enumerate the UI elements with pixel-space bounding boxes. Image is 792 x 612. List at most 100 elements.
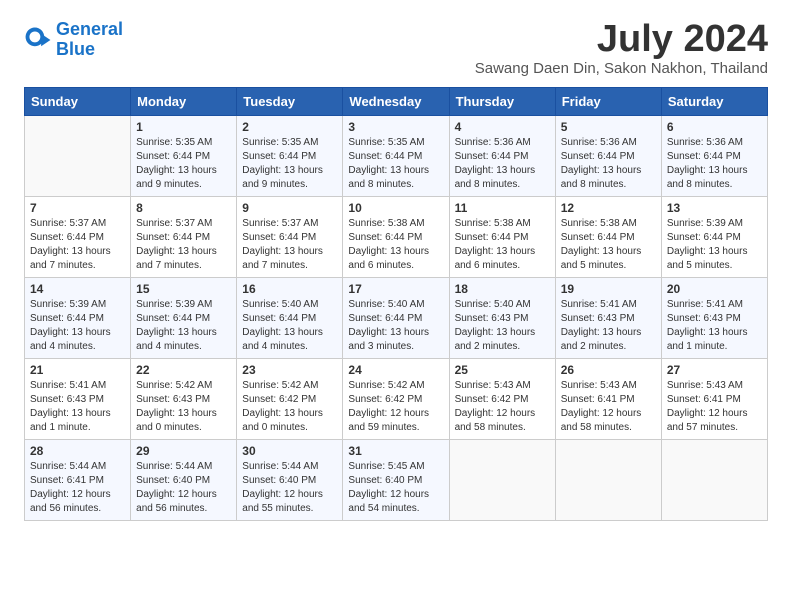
calendar-week-row: 28 Sunrise: 5:44 AMSunset: 6:41 PMDayligh… bbox=[25, 440, 768, 521]
day-number: 17 bbox=[348, 282, 443, 296]
calendar-week-row: 1 Sunrise: 5:35 AMSunset: 6:44 PMDaylight… bbox=[25, 116, 768, 197]
calendar-day-cell: 4 Sunrise: 5:36 AMSunset: 6:44 PMDaylight… bbox=[449, 116, 555, 197]
day-number: 2 bbox=[242, 120, 337, 134]
day-number: 24 bbox=[348, 363, 443, 377]
title-block: July 2024 Sawang Daen Din, Sakon Nakhon,… bbox=[475, 20, 768, 77]
day-number: 8 bbox=[136, 201, 231, 215]
day-number: 5 bbox=[561, 120, 656, 134]
calendar-day-cell: 28 Sunrise: 5:44 AMSunset: 6:41 PMDayligh… bbox=[25, 440, 131, 521]
calendar-day-cell bbox=[25, 116, 131, 197]
calendar-day-cell: 19 Sunrise: 5:41 AMSunset: 6:43 PMDayligh… bbox=[555, 278, 661, 359]
day-info: Sunrise: 5:42 AMSunset: 6:43 PMDaylight:… bbox=[136, 379, 231, 435]
day-info: Sunrise: 5:35 AMSunset: 6:44 PMDaylight:… bbox=[242, 136, 337, 192]
weekday-header: Thursday bbox=[449, 88, 555, 116]
calendar-table: SundayMondayTuesdayWednesdayThursdayFrid… bbox=[24, 87, 768, 521]
day-number: 31 bbox=[348, 444, 443, 458]
calendar-day-cell: 30Sunrise: 5:44 AMSunset: 6:40 PMDayligh… bbox=[237, 440, 343, 521]
logo-text-blue: Blue bbox=[56, 39, 95, 59]
day-number: 4 bbox=[455, 120, 550, 134]
weekday-header: Friday bbox=[555, 88, 661, 116]
day-info: Sunrise: 5:42 AMSunset: 6:42 PMDaylight:… bbox=[242, 379, 337, 435]
day-info: Sunrise: 5:38 AMSunset: 6:44 PMDaylight:… bbox=[561, 217, 656, 273]
day-info: Sunrise: 5:41 AMSunset: 6:43 PMDaylight:… bbox=[561, 298, 656, 354]
day-info: Sunrise: 5:37 AMSunset: 6:44 PMDaylight:… bbox=[242, 217, 337, 273]
day-number: 22 bbox=[136, 363, 231, 377]
calendar-day-cell: 23 Sunrise: 5:42 AMSunset: 6:42 PMDayligh… bbox=[237, 359, 343, 440]
calendar-day-cell: 29 Sunrise: 5:44 AMSunset: 6:40 PMDayligh… bbox=[131, 440, 237, 521]
day-number: 3 bbox=[348, 120, 443, 134]
calendar-day-cell: 26 Sunrise: 5:43 AMSunset: 6:41 PMDayligh… bbox=[555, 359, 661, 440]
day-number: 7 bbox=[30, 201, 125, 215]
day-info: Sunrise: 5:36 AMSunset: 6:44 PMDaylight:… bbox=[561, 136, 656, 192]
calendar-day-cell: 11 Sunrise: 5:38 AMSunset: 6:44 PMDayligh… bbox=[449, 197, 555, 278]
day-info: Sunrise: 5:41 AMSunset: 6:43 PMDaylight:… bbox=[30, 379, 125, 435]
day-number: 23 bbox=[242, 363, 337, 377]
day-info: Sunrise: 5:36 AMSunset: 6:44 PMDaylight:… bbox=[455, 136, 550, 192]
day-info: Sunrise: 5:43 AMSunset: 6:41 PMDaylight:… bbox=[561, 379, 656, 435]
day-number: 11 bbox=[455, 201, 550, 215]
page-header: General Blue July 2024 Sawang Daen Din, … bbox=[24, 20, 768, 77]
day-number: 28 bbox=[30, 444, 125, 458]
calendar-day-cell bbox=[449, 440, 555, 521]
calendar-week-row: 14Sunrise: 5:39 AMSunset: 6:44 PMDayligh… bbox=[25, 278, 768, 359]
calendar-day-cell: 10Sunrise: 5:38 AMSunset: 6:44 PMDayligh… bbox=[343, 197, 449, 278]
calendar-week-row: 21 Sunrise: 5:41 AMSunset: 6:43 PMDayligh… bbox=[25, 359, 768, 440]
day-number: 9 bbox=[242, 201, 337, 215]
calendar-day-cell: 27 Sunrise: 5:43 AMSunset: 6:41 PMDayligh… bbox=[661, 359, 767, 440]
calendar-week-row: 7 Sunrise: 5:37 AMSunset: 6:44 PMDaylight… bbox=[25, 197, 768, 278]
day-info: Sunrise: 5:39 AMSunset: 6:44 PMDaylight:… bbox=[30, 298, 125, 354]
calendar-day-cell: 7Sunrise: 5:37 AMSunset: 6:44 PMDaylight… bbox=[25, 197, 131, 278]
calendar-day-cell: 6Sunrise: 5:36 AMSunset: 6:44 PMDaylight… bbox=[661, 116, 767, 197]
calendar-day-cell: 24 Sunrise: 5:42 AMSunset: 6:42 PMDayligh… bbox=[343, 359, 449, 440]
month-title: July 2024 bbox=[475, 20, 768, 58]
calendar-day-cell: 14Sunrise: 5:39 AMSunset: 6:44 PMDayligh… bbox=[25, 278, 131, 359]
day-info: Sunrise: 5:44 AMSunset: 6:41 PMDaylight:… bbox=[30, 460, 125, 516]
day-number: 26 bbox=[561, 363, 656, 377]
logo-text: General Blue bbox=[56, 20, 123, 60]
day-number: 29 bbox=[136, 444, 231, 458]
day-info: Sunrise: 5:45 AMSunset: 6:40 PMDaylight:… bbox=[348, 460, 443, 516]
day-number: 21 bbox=[30, 363, 125, 377]
calendar-header-row: SundayMondayTuesdayWednesdayThursdayFrid… bbox=[25, 88, 768, 116]
calendar-day-cell: 25Sunrise: 5:43 AMSunset: 6:42 PMDayligh… bbox=[449, 359, 555, 440]
calendar-day-cell: 12Sunrise: 5:38 AMSunset: 6:44 PMDayligh… bbox=[555, 197, 661, 278]
calendar-day-cell: 13Sunrise: 5:39 AMSunset: 6:44 PMDayligh… bbox=[661, 197, 767, 278]
logo: General Blue bbox=[24, 20, 123, 60]
logo-text-general: General bbox=[56, 19, 123, 39]
calendar-day-cell: 9 Sunrise: 5:37 AMSunset: 6:44 PMDaylight… bbox=[237, 197, 343, 278]
day-info: Sunrise: 5:42 AMSunset: 6:42 PMDaylight:… bbox=[348, 379, 443, 435]
day-info: Sunrise: 5:37 AMSunset: 6:44 PMDaylight:… bbox=[136, 217, 231, 273]
day-number: 19 bbox=[561, 282, 656, 296]
day-number: 16 bbox=[242, 282, 337, 296]
calendar-day-cell: 18Sunrise: 5:40 AMSunset: 6:43 PMDayligh… bbox=[449, 278, 555, 359]
day-number: 1 bbox=[136, 120, 231, 134]
calendar-day-cell: 21 Sunrise: 5:41 AMSunset: 6:43 PMDayligh… bbox=[25, 359, 131, 440]
day-info: Sunrise: 5:40 AMSunset: 6:44 PMDaylight:… bbox=[348, 298, 443, 354]
day-number: 18 bbox=[455, 282, 550, 296]
day-info: Sunrise: 5:43 AMSunset: 6:41 PMDaylight:… bbox=[667, 379, 762, 435]
day-info: Sunrise: 5:38 AMSunset: 6:44 PMDaylight:… bbox=[455, 217, 550, 273]
calendar-day-cell: 1Sunrise: 5:35 AMSunset: 6:44 PMDaylight… bbox=[131, 116, 237, 197]
day-info: Sunrise: 5:44 AMSunset: 6:40 PMDaylight:… bbox=[136, 460, 231, 516]
day-info: Sunrise: 5:39 AMSunset: 6:44 PMDaylight:… bbox=[667, 217, 762, 273]
day-number: 30 bbox=[242, 444, 337, 458]
calendar-day-cell: 17 Sunrise: 5:40 AMSunset: 6:44 PMDayligh… bbox=[343, 278, 449, 359]
day-info: Sunrise: 5:35 AMSunset: 6:44 PMDaylight:… bbox=[348, 136, 443, 192]
calendar-day-cell: 15Sunrise: 5:39 AMSunset: 6:44 PMDayligh… bbox=[131, 278, 237, 359]
calendar-day-cell: 22 Sunrise: 5:42 AMSunset: 6:43 PMDayligh… bbox=[131, 359, 237, 440]
weekday-header: Monday bbox=[131, 88, 237, 116]
calendar-day-cell bbox=[555, 440, 661, 521]
calendar-day-cell: 2 Sunrise: 5:35 AMSunset: 6:44 PMDaylight… bbox=[237, 116, 343, 197]
day-number: 20 bbox=[667, 282, 762, 296]
weekday-header: Sunday bbox=[25, 88, 131, 116]
calendar-day-cell: 31 Sunrise: 5:45 AMSunset: 6:40 PMDayligh… bbox=[343, 440, 449, 521]
day-info: Sunrise: 5:43 AMSunset: 6:42 PMDaylight:… bbox=[455, 379, 550, 435]
day-info: Sunrise: 5:41 AMSunset: 6:43 PMDaylight:… bbox=[667, 298, 762, 354]
weekday-header: Tuesday bbox=[237, 88, 343, 116]
calendar-day-cell: 16Sunrise: 5:40 AMSunset: 6:44 PMDayligh… bbox=[237, 278, 343, 359]
day-info: Sunrise: 5:39 AMSunset: 6:44 PMDaylight:… bbox=[136, 298, 231, 354]
calendar-day-cell bbox=[661, 440, 767, 521]
calendar-day-cell: 5 Sunrise: 5:36 AMSunset: 6:44 PMDaylight… bbox=[555, 116, 661, 197]
day-number: 27 bbox=[667, 363, 762, 377]
weekday-header: Wednesday bbox=[343, 88, 449, 116]
